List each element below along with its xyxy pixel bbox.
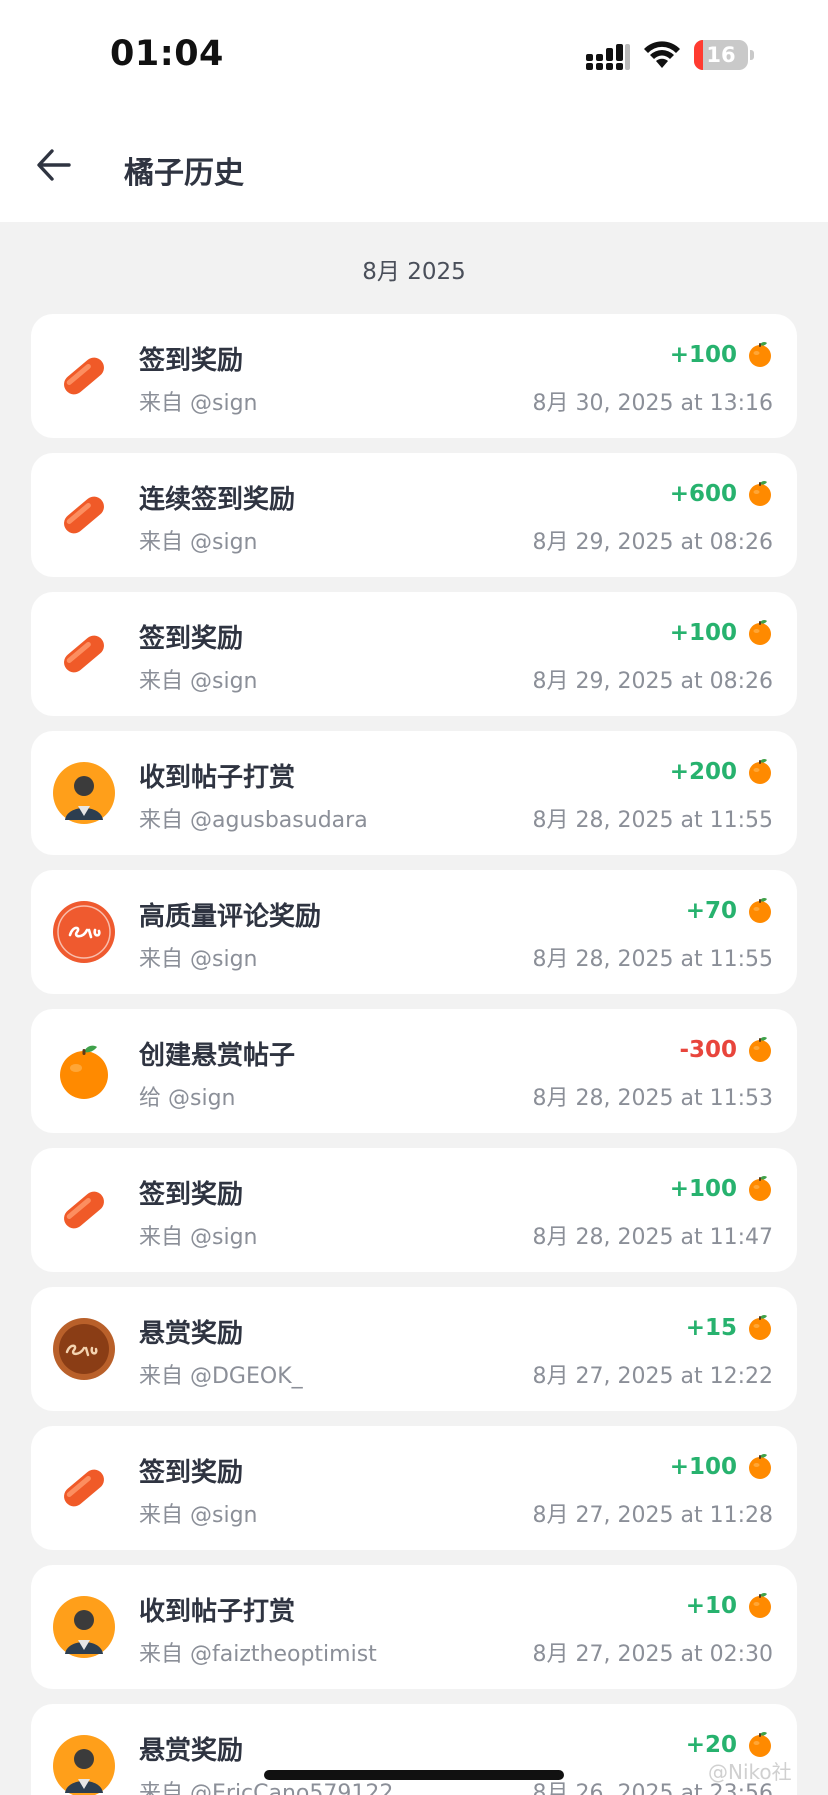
record-title: 签到奖励 — [139, 624, 244, 654]
wifi-icon — [644, 41, 680, 68]
record-card[interactable]: 收到帖子打赏来自 @agusbasudara +200 8月 28, 2025 at… — [31, 731, 797, 855]
orange-currency-icon — [747, 618, 773, 646]
sign-avatar-icon[interactable] — [53, 1318, 115, 1380]
orange-currency-icon — [747, 1313, 773, 1341]
records-list: 签到奖励 来自 @sign +100 8月 30, 2025 at 13:16 连续签到… — [31, 314, 797, 1795]
record-source: 来自 @sign — [139, 530, 258, 555]
record-amount: +100 — [669, 1454, 737, 1480]
record-source: 来自 @sign — [139, 1225, 258, 1250]
record-title: 收到帖子打赏 — [139, 763, 296, 793]
record-amount: +100 — [669, 1176, 737, 1202]
record-title: 收到帖子打赏 — [139, 1597, 296, 1627]
orange-currency-icon — [747, 1730, 773, 1758]
user-avatar-icon[interactable] — [53, 1735, 115, 1795]
record-amount: +100 — [669, 342, 737, 368]
record-date: 8月 28, 2025 at 11:55 — [532, 808, 773, 833]
record-amount: +15 — [685, 1315, 737, 1341]
orange-currency-icon — [747, 1452, 773, 1480]
navigation-bar: 橘子历史 — [0, 110, 828, 222]
battery-icon: 16 — [694, 40, 754, 70]
record-title: 悬赏奖励 — [139, 1319, 244, 1349]
record-source: 来自 @sign — [139, 669, 258, 694]
record-title: 连续签到奖励 — [139, 485, 296, 515]
record-date: 8月 28, 2025 at 11:53 — [532, 1086, 773, 1111]
record-title: 签到奖励 — [139, 1458, 244, 1488]
page-title: 橘子历史 — [124, 156, 244, 191]
record-amount: +20 — [685, 1732, 737, 1758]
record-date: 8月 28, 2025 at 11:47 — [532, 1225, 773, 1250]
record-date: 8月 29, 2025 at 08:26 — [532, 669, 773, 694]
record-date: 8月 28, 2025 at 11:55 — [532, 947, 773, 972]
capsule-icon[interactable] — [53, 484, 115, 546]
record-card[interactable]: 签到奖励来自 @sign +100 8月 30, 2025 at 13:16 — [31, 314, 797, 438]
record-date: 8月 27, 2025 at 02:30 — [532, 1642, 773, 1667]
record-source: 来自 @sign — [139, 947, 258, 972]
record-title: 高质量评论奖励 — [139, 902, 322, 932]
record-card[interactable]: 创建悬赏帖子给 @sign -300 8月 28, 2025 at 11:53 — [31, 1009, 797, 1133]
record-amount: -300 — [679, 1037, 737, 1063]
record-amount: +10 — [685, 1593, 737, 1619]
record-source: 来自 @DGEOK_ — [139, 1364, 303, 1389]
record-source: 来自 @agusbasudara — [139, 808, 368, 833]
record-date: 8月 27, 2025 at 11:28 — [532, 1503, 773, 1528]
record-title: 创建悬赏帖子 — [139, 1041, 296, 1071]
record-title: 签到奖励 — [139, 1180, 244, 1210]
orange-currency-icon — [747, 479, 773, 507]
status-bar: 01:04 16 — [0, 0, 828, 110]
user-avatar-icon[interactable] — [53, 762, 115, 824]
home-indicator — [264, 1770, 564, 1780]
orange-fruit-icon[interactable] — [53, 1040, 115, 1102]
orange-currency-icon — [747, 896, 773, 924]
back-arrow-icon[interactable] — [36, 148, 72, 182]
record-amount: +600 — [669, 481, 737, 507]
orange-currency-icon — [747, 757, 773, 785]
record-card[interactable]: 连续签到奖励来自 @sign +600 8月 29, 2025 at 08:26 — [31, 453, 797, 577]
capsule-icon[interactable] — [53, 1457, 115, 1519]
record-source: 给 @sign — [139, 1086, 236, 1111]
orange-currency-icon — [747, 1035, 773, 1063]
user-avatar-icon[interactable] — [53, 1596, 115, 1658]
cellular-signal-icon — [586, 44, 630, 70]
orange-currency-icon — [747, 1591, 773, 1619]
record-source: 来自 @sign — [139, 1503, 258, 1528]
watermark: @Niko社 — [708, 1760, 792, 1784]
battery-level: 16 — [706, 43, 736, 67]
orange-currency-icon — [747, 1174, 773, 1202]
record-date: 8月 30, 2025 at 13:16 — [532, 391, 773, 416]
record-amount: +100 — [669, 620, 737, 646]
record-title: 悬赏奖励 — [139, 1736, 244, 1766]
sign-logo-icon[interactable] — [53, 901, 115, 963]
record-card[interactable]: 悬赏奖励 来自 @EricCano579122 +20 8月 26, 2025 at … — [31, 1704, 797, 1795]
record-amount: +200 — [669, 759, 737, 785]
orange-currency-icon — [747, 340, 773, 368]
capsule-icon[interactable] — [53, 623, 115, 685]
record-source: 来自 @sign — [139, 391, 258, 416]
record-card[interactable]: 悬赏奖励来自 @DGEOK_ +15 8月 27, 2025 at 12:22 — [31, 1287, 797, 1411]
record-title: 签到奖励 — [139, 346, 244, 376]
capsule-icon[interactable] — [53, 1179, 115, 1241]
record-source: 来自 @faiztheoptimist — [139, 1642, 377, 1667]
status-time: 01:04 — [110, 34, 224, 74]
month-header: 8月 2025 — [362, 259, 466, 285]
record-card[interactable]: 收到帖子打赏来自 @faiztheoptimist +10 8月 27, 2025 … — [31, 1565, 797, 1689]
record-card[interactable]: 高质量评论奖励来自 @sign +70 8月 28, 2025 at 11:55 — [31, 870, 797, 994]
capsule-icon[interactable] — [53, 345, 115, 407]
record-card[interactable]: 签到奖励来自 @sign +100 8月 28, 2025 at 11:47 — [31, 1148, 797, 1272]
record-date: 8月 27, 2025 at 12:22 — [532, 1364, 773, 1389]
record-date: 8月 29, 2025 at 08:26 — [532, 530, 773, 555]
record-card[interactable]: 签到奖励来自 @sign +100 8月 29, 2025 at 08:26 — [31, 592, 797, 716]
record-amount: +70 — [685, 898, 737, 924]
record-card[interactable]: 签到奖励来自 @sign +100 8月 27, 2025 at 11:28 — [31, 1426, 797, 1550]
